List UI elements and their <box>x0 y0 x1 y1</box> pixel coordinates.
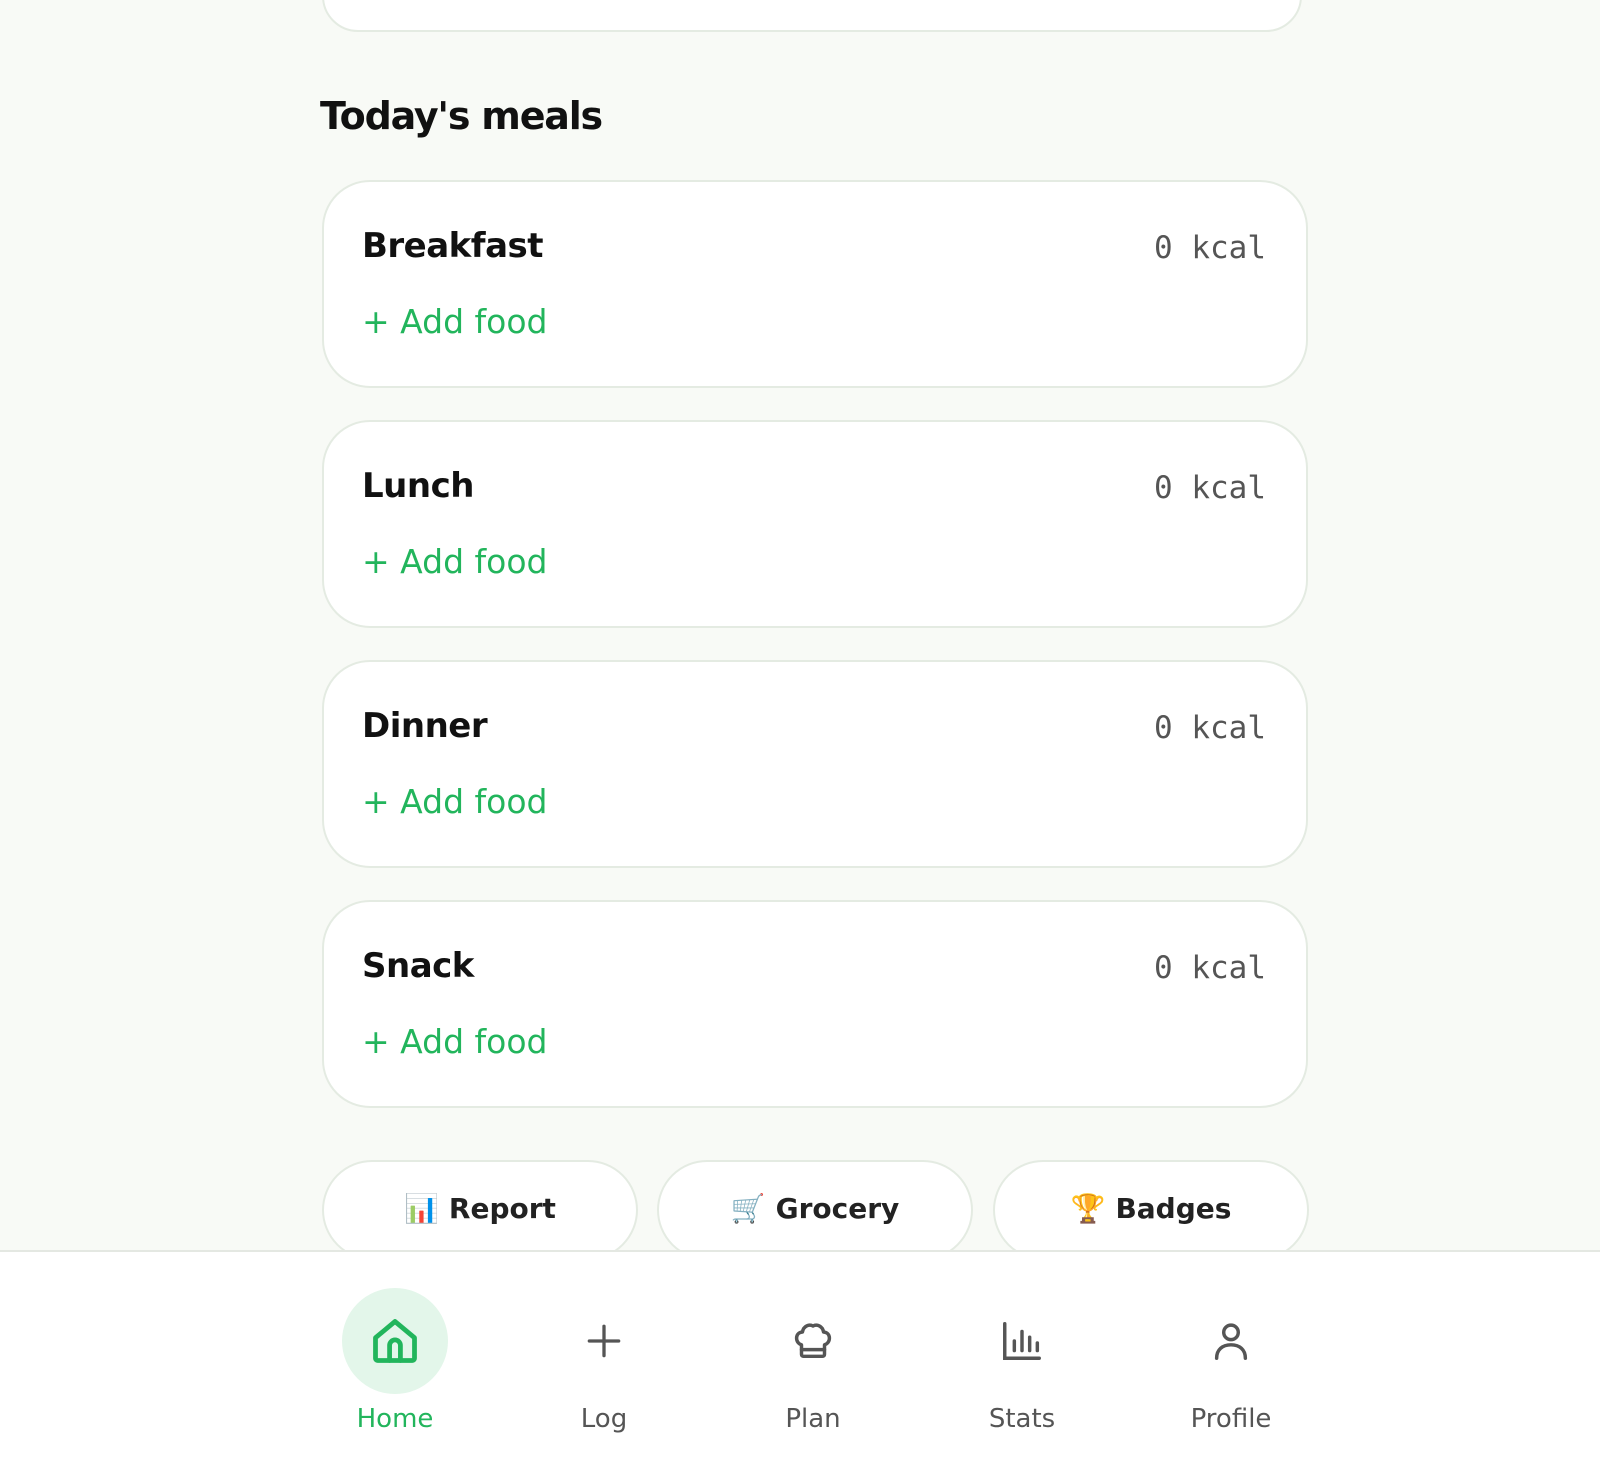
grocery-label: Grocery <box>775 1192 900 1225</box>
bar-chart-emoji-icon: 📊 <box>404 1192 439 1225</box>
nav-stats[interactable]: Stats <box>932 1288 1112 1448</box>
nav-log[interactable]: Log <box>514 1288 694 1448</box>
trophy-emoji-icon: 🏆 <box>1070 1192 1106 1225</box>
meal-name: Lunch <box>362 466 474 506</box>
plus-icon <box>551 1288 657 1394</box>
badges-button[interactable]: 🏆 Badges <box>993 1160 1309 1260</box>
meal-name: Dinner <box>362 706 488 746</box>
meal-name: Breakfast <box>362 226 544 266</box>
bottom-nav: Home Log Plan Stats Profile <box>0 1250 1600 1484</box>
meal-card-snack: Snack 0 kcal + Add food <box>322 900 1308 1108</box>
nav-home-label: Home <box>356 1404 434 1434</box>
meal-kcal: 0 kcal <box>1154 950 1266 986</box>
meal-card-breakfast: Breakfast 0 kcal + Add food <box>322 180 1308 388</box>
report-label: Report <box>448 1192 556 1225</box>
add-food-button[interactable]: + Add food <box>362 782 547 821</box>
meal-name: Snack <box>362 946 474 986</box>
home-screen: Today's meals Breakfast 0 kcal + Add foo… <box>0 0 1600 1484</box>
grocery-button[interactable]: 🛒 Grocery <box>657 1160 973 1260</box>
meal-card-dinner: Dinner 0 kcal + Add food <box>322 660 1308 868</box>
add-food-button[interactable]: + Add food <box>362 302 547 341</box>
meal-kcal: 0 kcal <box>1154 230 1266 266</box>
chef-hat-icon <box>760 1288 866 1394</box>
meal-card-lunch: Lunch 0 kcal + Add food <box>322 420 1308 628</box>
nav-plan[interactable]: Plan <box>723 1288 903 1448</box>
home-icon <box>342 1288 448 1394</box>
report-button[interactable]: 📊 Report <box>322 1160 638 1260</box>
badges-label: Badges <box>1115 1192 1232 1225</box>
nav-plan-label: Plan <box>785 1404 841 1434</box>
nav-profile[interactable]: Profile <box>1141 1288 1321 1448</box>
add-food-button[interactable]: + Add food <box>362 542 547 581</box>
cart-emoji-icon: 🛒 <box>730 1192 766 1225</box>
add-food-button[interactable]: + Add food <box>362 1022 547 1061</box>
summary-card <box>322 0 1302 32</box>
section-title: Today's meals <box>320 94 603 138</box>
nav-log-label: Log <box>580 1404 628 1434</box>
meal-kcal: 0 kcal <box>1154 710 1266 746</box>
nav-profile-label: Profile <box>1190 1404 1272 1434</box>
user-icon <box>1178 1288 1284 1394</box>
meal-kcal: 0 kcal <box>1154 470 1266 506</box>
nav-home[interactable]: Home <box>305 1288 485 1448</box>
bar-chart-icon <box>969 1288 1075 1394</box>
nav-stats-label: Stats <box>988 1404 1056 1434</box>
